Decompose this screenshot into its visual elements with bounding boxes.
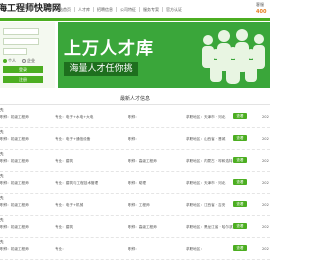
hotline-label: 客服 [256,2,264,7]
view-button[interactable]: 查看 [233,157,247,163]
row-type: 先 [0,240,4,244]
section-divider [0,104,270,105]
row-title: 职称：初级工程师 [0,137,29,141]
view-button[interactable]: 查看 [233,113,247,119]
row-type: 先 [0,108,4,112]
row-type: 先 [0,174,4,178]
row-region: 求职地区：江西省 · 吉安 [186,203,226,207]
list-item[interactable]: 先 职称：初级工程师 专业：电子+机械 职称：工程师 求职地区：江西省 · 吉安… [0,194,270,216]
row-title: 职称：初级工程师 [0,203,29,207]
nav-certified[interactable]: 官方认证 [163,7,185,12]
row-date: 202 [262,203,269,207]
nav-talent[interactable]: 人才库 [75,7,94,12]
radio-company[interactable]: 企业 [22,58,35,64]
nav-jobs[interactable]: 招聘信息 [94,7,117,12]
row-major: 专业：电子+通信设备 [55,137,91,141]
row-title: 职称：初级工程师 [0,159,29,163]
row-title: 职称：初级工程师 [0,115,29,119]
row-date: 202 [262,159,269,163]
talent-list: 先 职称：初级工程师 专业：电子+水电+大电 职称： 求职地区：天津市 · 河北… [0,106,270,260]
section-title: 最新人才信息 [119,96,150,102]
row-rank: 职称：高级工程师 [128,225,157,229]
username-field[interactable] [3,28,39,35]
row-type: 先 [0,196,4,200]
main-nav: 网站首页 人才库 招聘信息 公司特征 服务专案 官方认证 [52,7,185,12]
row-rank: 职称： [128,137,139,141]
row-type: 先 [0,218,4,222]
nav-company[interactable]: 公司特征 [117,7,140,12]
row-region: 求职地区：天津市 · 河北 [186,181,226,185]
radio-company-dot [22,59,26,63]
row-title: 职称：初级工程师 [0,247,29,251]
header-divider [0,18,270,21]
row-rank: 职称：工程师 [128,203,150,207]
register-button[interactable]: 注册 [3,76,43,83]
row-major: 专业：建筑 [55,159,73,163]
row-date: 202 [262,115,269,119]
row-major: 专业：电子+水电+大电 [55,115,94,119]
row-title: 职称：初级工程师 [0,181,29,185]
row-rank: 职称： [128,247,139,251]
hotline-number: 400 [256,9,267,15]
login-panel: 个人 企业 登录 注册 [0,22,55,88]
view-button[interactable]: 查看 [233,245,247,251]
list-item[interactable]: 先 职称：初级工程师 专业：建筑 职称：高级工程师 求职地区：黑龙江省 · 哈尔… [0,216,270,238]
captcha-field[interactable] [3,48,27,55]
row-rank: 职称： [128,115,139,119]
row-region: 求职地区：黑龙江省 · 哈尔滨 [186,225,233,229]
row-region: 求职地区：天津市 · 河北 [186,115,226,119]
row-date: 202 [262,181,269,185]
row-rank: 职称：高级工程师 [128,159,157,163]
radio-person-label: 个人 [8,58,16,63]
row-date: 202 [262,225,269,229]
list-item[interactable]: 先 职称：初级工程师 专业：建筑 职称：高级工程师 求职地区：内蒙古 · 呼和浩… [0,150,270,172]
row-region: 求职地区：山西省 · 晋城 [186,137,226,141]
site-header: 海工程师快聘网 网站首页 人才库 招聘信息 公司特征 服务专案 官方认证 客服 … [0,0,270,18]
radio-company-label: 企业 [27,58,35,63]
view-button[interactable]: 查看 [233,179,247,185]
row-title: 职称：初级工程师 [0,225,29,229]
radio-person-dot [3,59,7,63]
row-major: 专业： [55,247,66,251]
promo-banner[interactable]: 上万人才库 海量人才任你挑 [58,22,270,88]
login-button[interactable]: 登录 [3,66,43,73]
list-item[interactable]: 先 职称：初级工程师 专业：建筑与工程技术管理 职称：助理 求职地区：天津市 ·… [0,172,270,194]
row-rank: 职称：助理 [128,181,146,185]
list-item[interactable]: 先 职称：初级工程师 专业： 职称： 求职地区： 查看 202 [0,238,270,260]
row-date: 202 [262,247,269,251]
banner-subtitle: 海量人才任你挑 [64,62,138,76]
row-type: 先 [0,152,4,156]
radio-person[interactable]: 个人 [3,58,16,64]
account-type-radios: 个人 企业 [3,58,35,64]
nav-services[interactable]: 服务专案 [140,7,163,12]
row-region: 求职地区：内蒙古 · 呼和浩特 [186,159,233,163]
list-item[interactable]: 先 职称：初级工程师 专业：电子+通信设备 职称： 求职地区：山西省 · 晋城 … [0,128,270,150]
nav-home[interactable]: 网站首页 [52,7,75,12]
row-major: 专业：建筑与工程技术管理 [55,181,99,185]
view-button[interactable]: 查看 [233,201,247,207]
row-major: 专业：电子+机械 [55,203,84,207]
row-region: 求职地区： [186,247,204,251]
people-group-icon [202,29,265,84]
view-button[interactable]: 查看 [233,135,247,141]
list-item[interactable]: 先 职称：初级工程师 专业：电子+水电+大电 职称： 求职地区：天津市 · 河北… [0,106,270,128]
banner-title: 上万人才库 [64,39,154,59]
row-date: 202 [262,137,269,141]
view-button[interactable]: 查看 [233,223,247,229]
row-major: 专业：建筑 [55,225,73,229]
row-type: 先 [0,130,4,134]
password-field[interactable] [3,38,39,45]
